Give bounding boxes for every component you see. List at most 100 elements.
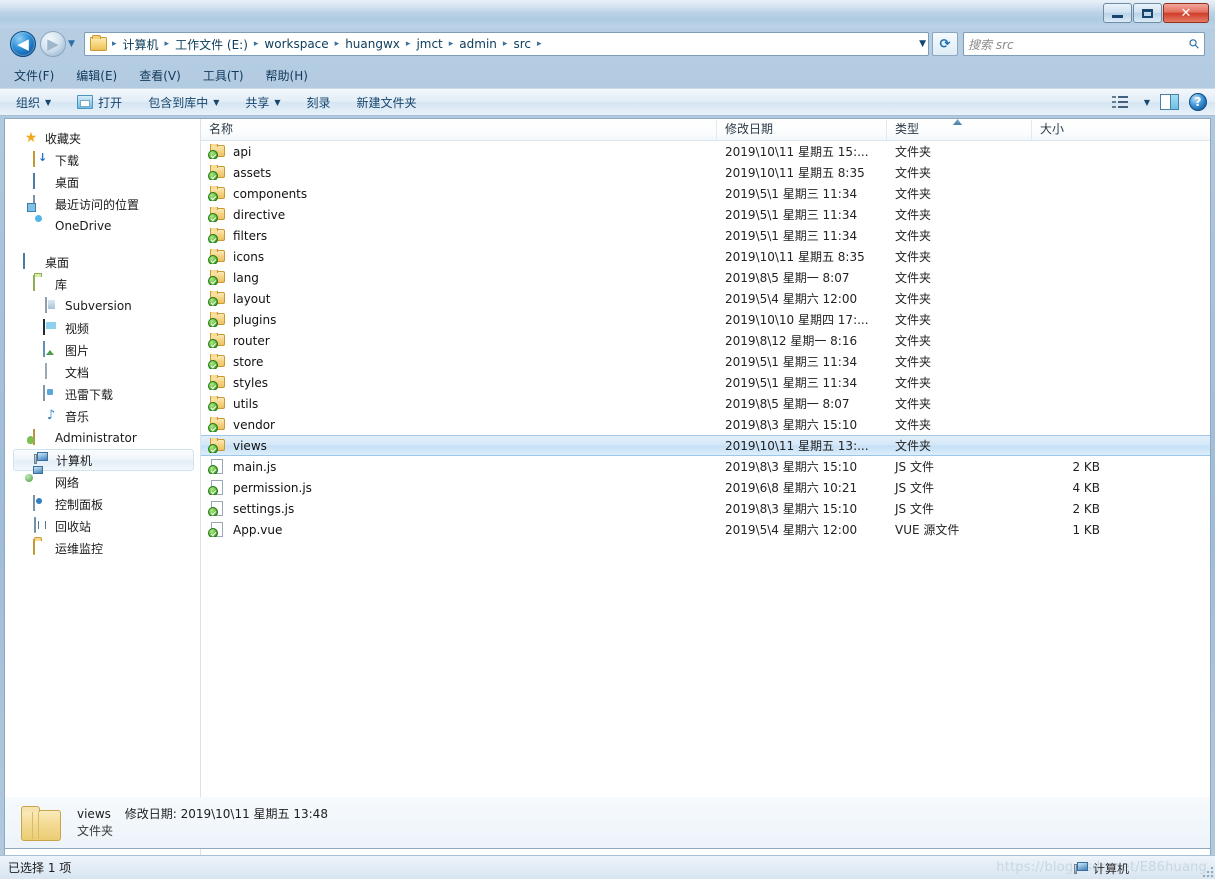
table-row[interactable]: styles 2019\5\1 星期三 11:34 文件夹 — [201, 372, 1210, 393]
breadcrumb-item-computer[interactable]: 计算机 — [119, 35, 163, 54]
navigation-pane[interactable]: ★ 收藏夹 下载 桌面 最近访问的位置 OneDrive — [5, 119, 201, 855]
breadcrumb-item-admin[interactable]: admin — [455, 36, 501, 52]
sidebar-item-desktop-root[interactable]: 桌面 — [5, 251, 200, 273]
table-row[interactable]: settings.js 2019\8\3 星期六 15:10 JS 文件 2 KB — [201, 498, 1210, 519]
sidebar-item-libraries[interactable]: 库 — [5, 273, 200, 295]
back-button[interactable]: ◀ — [10, 31, 36, 57]
recent-pages-dropdown[interactable]: ▼ — [68, 39, 80, 51]
breadcrumb-item-drive[interactable]: 工作文件 (E:) — [171, 35, 252, 54]
sidebar-item-control-panel[interactable]: 控制面板 — [5, 493, 200, 515]
sidebar-item-thunder-download[interactable]: 迅雷下载 — [5, 383, 200, 405]
cell-modified-date: 2019\5\1 星期三 11:34 — [725, 229, 858, 243]
table-row[interactable]: icons 2019\10\11 星期五 8:35 文件夹 — [201, 246, 1210, 267]
window-controls: ✕ — [1103, 3, 1209, 23]
menu-edit[interactable]: 编辑(E) — [76, 67, 117, 84]
table-row[interactable]: lang 2019\8\5 星期一 8:07 文件夹 — [201, 267, 1210, 288]
sidebar-item-music[interactable]: ♪ 音乐 — [5, 405, 200, 427]
folder-icon — [208, 228, 226, 243]
table-row[interactable]: api 2019\10\11 星期五 15:... 文件夹 — [201, 141, 1210, 162]
file-name: utils — [233, 396, 259, 411]
resize-grip[interactable] — [1201, 865, 1213, 877]
column-header-size[interactable]: 大小 — [1032, 120, 1182, 140]
folder-icon — [208, 249, 226, 264]
sidebar-item-documents[interactable]: 文档 — [5, 361, 200, 383]
new-folder-button[interactable]: 新建文件夹 — [357, 94, 417, 111]
column-header-date[interactable]: 修改日期 — [717, 120, 887, 140]
cell-size: 4 KB — [1072, 480, 1100, 495]
sidebar-item-ops-monitor[interactable]: 运维监控 — [5, 537, 200, 559]
chevron-down-icon: ▼ — [45, 97, 52, 107]
details-text: views 修改日期: 2019\10\11 星期五 13:48 文件夹 — [77, 806, 328, 840]
user-icon — [33, 429, 49, 446]
sidebar-item-downloads[interactable]: 下载 — [5, 149, 200, 171]
table-row[interactable]: plugins 2019\10\10 星期四 17:... 文件夹 — [201, 309, 1210, 330]
open-button[interactable]: 打开 — [77, 94, 122, 111]
help-icon[interactable]: ? — [1189, 93, 1207, 111]
include-in-library-button[interactable]: 包含到库中 ▼ — [148, 94, 219, 111]
file-list-pane: 名称 修改日期 类型 大小 api 2019\10\11 星期五 15:... 文件… — [201, 119, 1210, 855]
maximize-button[interactable] — [1133, 3, 1162, 23]
breadcrumb[interactable]: ▸ 计算机 ▸ 工作文件 (E:) ▸ workspace ▸ huangwx … — [84, 32, 929, 56]
forward-button[interactable]: ▶ — [40, 31, 66, 57]
sidebar-item-videos[interactable]: 视频 — [5, 317, 200, 339]
sidebar-item-desktop[interactable]: 桌面 — [5, 171, 200, 193]
refresh-button[interactable]: ⟳ — [932, 32, 958, 56]
burn-button[interactable]: 刻录 — [307, 94, 331, 111]
minimize-button[interactable] — [1103, 3, 1132, 23]
table-row[interactable]: main.js 2019\8\3 星期六 15:10 JS 文件 2 KB — [201, 456, 1210, 477]
table-row[interactable]: store 2019\5\1 星期三 11:34 文件夹 — [201, 351, 1210, 372]
menu-help[interactable]: 帮助(H) — [266, 67, 308, 84]
download-icon — [33, 151, 49, 168]
svn-check-icon — [208, 339, 218, 348]
breadcrumb-item-jmct[interactable]: jmct — [412, 36, 446, 52]
search-input[interactable]: 搜索 src ⚲ — [963, 32, 1205, 56]
preview-pane-icon[interactable] — [1160, 94, 1179, 110]
chevron-down-icon[interactable]: ▼ — [919, 39, 926, 49]
share-button[interactable]: 共享 ▼ — [245, 94, 280, 111]
menu-view[interactable]: 查看(V) — [139, 67, 181, 84]
cell-modified-date: 2019\10\10 星期四 17:... — [725, 313, 869, 327]
table-row[interactable]: router 2019\8\12 星期一 8:16 文件夹 — [201, 330, 1210, 351]
table-row[interactable]: permission.js 2019\6\8 星期六 10:21 JS 文件 4 KB — [201, 477, 1210, 498]
sidebar-item-network[interactable]: 网络 — [5, 471, 200, 493]
cell-type: 文件夹 — [895, 187, 932, 201]
table-row[interactable]: components 2019\5\1 星期三 11:34 文件夹 — [201, 183, 1210, 204]
search-placeholder: 搜索 src — [968, 37, 1014, 52]
organize-button[interactable]: 组织 ▼ — [16, 94, 51, 111]
star-icon: ★ — [24, 130, 38, 146]
table-row[interactable]: assets 2019\10\11 星期五 8:35 文件夹 — [201, 162, 1210, 183]
table-row[interactable]: vendor 2019\8\3 星期六 15:10 文件夹 — [201, 414, 1210, 435]
file-rows[interactable]: api 2019\10\11 星期五 15:... 文件夹 assets 2019\10… — [201, 141, 1210, 855]
file-name: api — [233, 144, 252, 159]
change-view-icon[interactable] — [1111, 95, 1129, 110]
sidebar-item-administrator[interactable]: Administrator — [5, 427, 200, 449]
breadcrumb-item-workspace[interactable]: workspace — [260, 36, 332, 52]
sidebar-item-favorites[interactable]: ★ 收藏夹 — [5, 127, 200, 149]
view-dropdown-chevron-icon[interactable]: ▼ — [1144, 98, 1150, 107]
new-folder-label: 新建文件夹 — [356, 95, 417, 110]
sidebar-item-recycle-bin[interactable]: 回收站 — [5, 515, 200, 537]
table-row[interactable]: views 2019\10\11 星期五 13:... 文件夹 — [201, 435, 1210, 456]
sidebar-item-subversion[interactable]: Subversion — [5, 295, 200, 317]
menu-file[interactable]: 文件(F) — [14, 67, 54, 84]
menu-tools[interactable]: 工具(T) — [203, 67, 244, 84]
cell-name: settings.js — [201, 501, 717, 516]
close-button[interactable]: ✕ — [1163, 3, 1209, 23]
table-row[interactable]: directive 2019\5\1 星期三 11:34 文件夹 — [201, 204, 1210, 225]
cell-name: store — [201, 354, 717, 369]
subversion-icon — [43, 297, 59, 314]
sidebar-item-recent-places[interactable]: 最近访问的位置 — [5, 193, 200, 215]
sidebar-item-onedrive[interactable]: OneDrive — [5, 215, 200, 237]
table-row[interactable]: layout 2019\5\4 星期六 12:00 文件夹 — [201, 288, 1210, 309]
column-header-name[interactable]: 名称 — [201, 120, 717, 140]
table-row[interactable]: App.vue 2019\5\4 星期六 12:00 VUE 源文件 1 KB — [201, 519, 1210, 540]
sidebar-item-label: 收藏夹 — [45, 131, 82, 146]
file-name: layout — [233, 291, 271, 306]
breadcrumb-item-src[interactable]: src — [509, 36, 535, 52]
refresh-icon: ⟳ — [939, 36, 951, 52]
breadcrumb-item-huangwx[interactable]: huangwx — [341, 36, 404, 52]
table-row[interactable]: utils 2019\8\5 星期一 8:07 文件夹 — [201, 393, 1210, 414]
table-row[interactable]: filters 2019\5\1 星期三 11:34 文件夹 — [201, 225, 1210, 246]
cell-modified-date: 2019\5\1 星期三 11:34 — [725, 376, 858, 390]
sidebar-item-pictures[interactable]: 图片 — [5, 339, 200, 361]
